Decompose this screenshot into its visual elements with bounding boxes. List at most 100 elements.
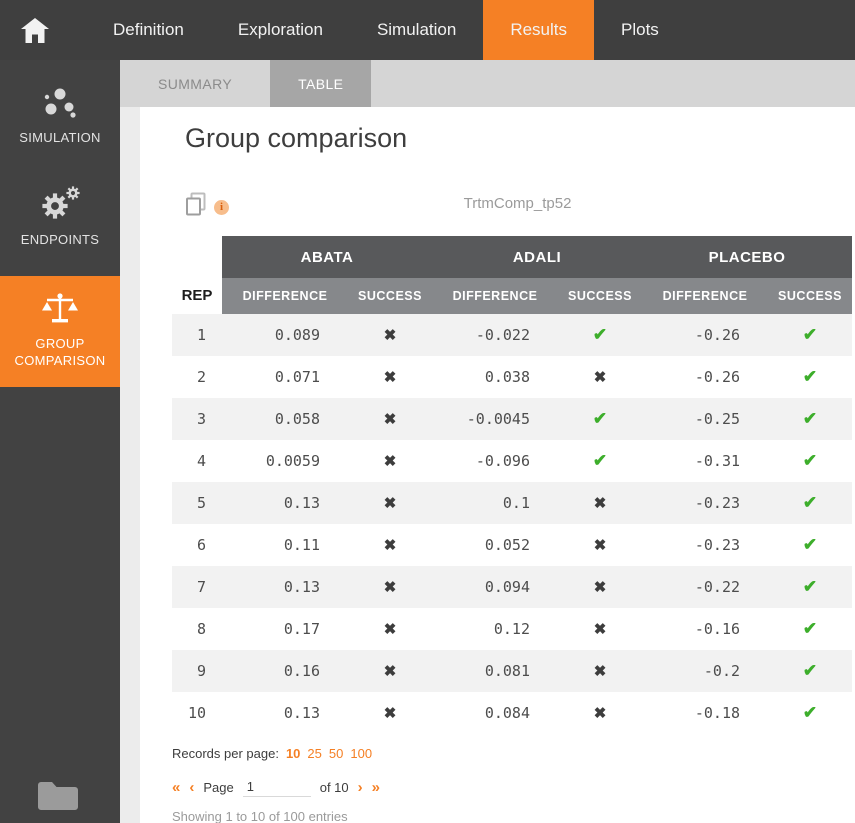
rep-cell: 9 <box>172 650 222 692</box>
app-window: Definition Exploration Simulation Result… <box>0 0 855 823</box>
tab-summary[interactable]: SUMMARY <box>130 60 260 107</box>
folder-icon[interactable] <box>36 778 80 817</box>
table-meta-row: i TrtmComp_tp52 <box>185 192 850 218</box>
subheader-success: SUCCESS <box>768 278 852 314</box>
column-header-rep: REP <box>172 236 222 314</box>
success-cross-icon: ✖ <box>558 608 642 650</box>
success-cross-icon: ✖ <box>348 314 432 356</box>
difference-cell: -0.18 <box>642 692 768 734</box>
success-check-icon: ✔ <box>768 608 852 650</box>
difference-cell: -0.31 <box>642 440 768 482</box>
table-body: 10.089✖-0.022✔-0.26✔20.071✖0.038✖-0.26✔3… <box>172 314 852 734</box>
difference-cell: -0.23 <box>642 482 768 524</box>
subheader-success: SUCCESS <box>348 278 432 314</box>
table-row: 90.16✖0.081✖-0.2✔ <box>172 650 852 692</box>
rep-cell: 3 <box>172 398 222 440</box>
difference-cell: 0.1 <box>432 482 558 524</box>
rep-cell: 6 <box>172 524 222 566</box>
table-row: 50.13✖0.1✖-0.23✔ <box>172 482 852 524</box>
success-check-icon: ✔ <box>768 566 852 608</box>
nav-item-results[interactable]: Results <box>483 0 594 60</box>
nav-item-plots[interactable]: Plots <box>594 0 686 60</box>
success-check-icon: ✔ <box>768 356 852 398</box>
next-page-icon[interactable]: › <box>358 779 363 796</box>
rep-cell: 2 <box>172 356 222 398</box>
table-row: 100.13✖0.084✖-0.18✔ <box>172 692 852 734</box>
success-check-icon: ✔ <box>558 440 642 482</box>
nav-item-definition[interactable]: Definition <box>86 0 211 60</box>
page-label: Page <box>203 780 233 795</box>
top-navigation: Definition Exploration Simulation Result… <box>0 0 855 60</box>
table-row: 10.089✖-0.022✔-0.26✔ <box>172 314 852 356</box>
success-cross-icon: ✖ <box>348 524 432 566</box>
difference-cell: 0.089 <box>222 314 348 356</box>
table-row: 40.0059✖-0.096✔-0.31✔ <box>172 440 852 482</box>
success-cross-icon: ✖ <box>558 524 642 566</box>
difference-cell: 0.038 <box>432 356 558 398</box>
records-option-50[interactable]: 50 <box>329 746 343 761</box>
subheader-difference: DIFFERENCE <box>642 278 768 314</box>
table-row: 30.058✖-0.0045✔-0.25✔ <box>172 398 852 440</box>
cluster-icon <box>4 86 116 123</box>
success-check-icon: ✔ <box>768 650 852 692</box>
scales-icon <box>8 292 112 329</box>
success-check-icon: ✔ <box>768 314 852 356</box>
records-option-10[interactable]: 10 <box>286 746 300 761</box>
main-content: SUMMARY TABLE Group comparison i TrtmCom… <box>120 60 855 823</box>
difference-cell: 0.094 <box>432 566 558 608</box>
page-title: Group comparison <box>185 123 855 154</box>
difference-cell: -0.22 <box>642 566 768 608</box>
home-icon <box>20 17 50 44</box>
nav-item-exploration[interactable]: Exploration <box>211 0 350 60</box>
page-number-input[interactable] <box>243 777 311 797</box>
subheader-difference: DIFFERENCE <box>222 278 348 314</box>
difference-cell: -0.022 <box>432 314 558 356</box>
success-cross-icon: ✖ <box>348 566 432 608</box>
sidebar-item-endpoints[interactable]: ENDPOINTS <box>0 174 120 258</box>
difference-cell: 0.17 <box>222 608 348 650</box>
table-row: 70.13✖0.094✖-0.22✔ <box>172 566 852 608</box>
first-page-icon[interactable]: « <box>172 779 180 796</box>
group-header-adali: ADALI <box>432 236 642 278</box>
sidebar-item-label: ENDPOINTS <box>4 231 116 248</box>
group-comparison-card: Group comparison i TrtmComp_tp52 <box>140 107 855 823</box>
sidebar-item-label: SIMULATION <box>4 129 116 146</box>
records-option-100[interactable]: 100 <box>350 746 372 761</box>
page-total-label: of 10 <box>320 780 349 795</box>
success-cross-icon: ✖ <box>348 482 432 524</box>
rep-cell: 1 <box>172 314 222 356</box>
nav-item-simulation[interactable]: Simulation <box>350 0 483 60</box>
success-check-icon: ✔ <box>768 692 852 734</box>
dataset-name: TrtmComp_tp52 <box>185 195 850 212</box>
success-check-icon: ✔ <box>558 314 642 356</box>
difference-cell: 0.13 <box>222 692 348 734</box>
difference-cell: -0.26 <box>642 356 768 398</box>
prev-page-icon[interactable]: ‹ <box>189 779 194 796</box>
success-cross-icon: ✖ <box>558 650 642 692</box>
tab-table[interactable]: TABLE <box>270 60 371 107</box>
rep-cell: 4 <box>172 440 222 482</box>
sidebar-item-label: GROUP COMPARISON <box>8 335 112 369</box>
difference-cell: 0.11 <box>222 524 348 566</box>
table-row: 60.11✖0.052✖-0.23✔ <box>172 524 852 566</box>
table-row: 80.17✖0.12✖-0.16✔ <box>172 608 852 650</box>
records-option-25[interactable]: 25 <box>307 746 321 761</box>
success-check-icon: ✔ <box>558 398 642 440</box>
success-cross-icon: ✖ <box>348 650 432 692</box>
subheader-difference: DIFFERENCE <box>432 278 558 314</box>
group-header-placebo: PLACEBO <box>642 236 852 278</box>
records-per-page: Records per page: 10 25 50 100 <box>172 746 855 761</box>
last-page-icon[interactable]: » <box>372 779 380 796</box>
subheader-success: SUCCESS <box>558 278 642 314</box>
home-button[interactable] <box>0 0 60 60</box>
difference-cell: 0.084 <box>432 692 558 734</box>
difference-cell: -0.23 <box>642 524 768 566</box>
success-cross-icon: ✖ <box>348 692 432 734</box>
difference-cell: 0.13 <box>222 566 348 608</box>
tab-strip: SUMMARY TABLE <box>120 60 855 107</box>
sidebar-item-group-comparison[interactable]: GROUP COMPARISON <box>0 276 120 387</box>
sidebar-item-simulation[interactable]: SIMULATION <box>0 76 120 156</box>
group-comparison-table: REP ABATA ADALI PLACEBO DIFFERENCE SUCCE… <box>172 236 852 734</box>
difference-cell: -0.25 <box>642 398 768 440</box>
success-check-icon: ✔ <box>768 440 852 482</box>
